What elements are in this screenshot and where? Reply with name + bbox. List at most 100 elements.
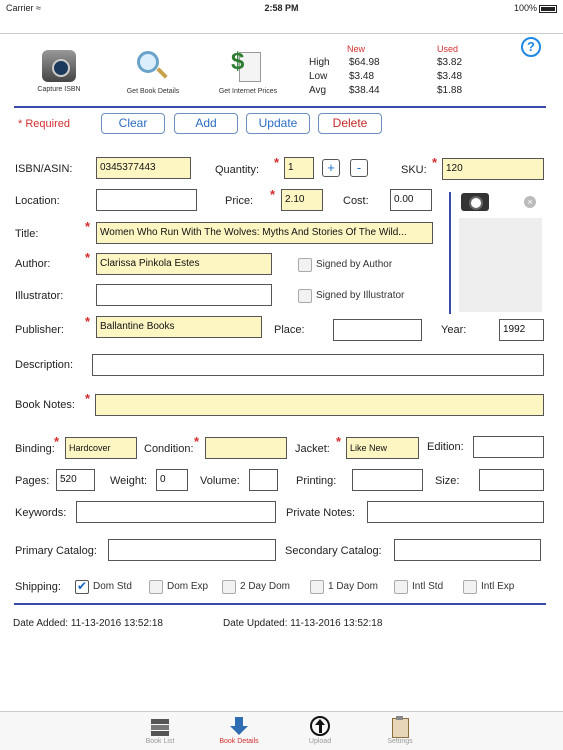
- place-field[interactable]: [333, 319, 422, 341]
- tab-settings[interactable]: Settings: [370, 712, 430, 745]
- tab-label: Settings: [387, 738, 413, 745]
- quantity-field[interactable]: 1: [284, 157, 314, 179]
- jacket-field[interactable]: Like New: [346, 437, 419, 459]
- weight-field[interactable]: 0: [156, 469, 188, 491]
- get-book-details-button[interactable]: Get Book Details: [118, 50, 188, 95]
- pages-label: Pages:: [15, 475, 50, 487]
- jacket-label: Jacket:: [295, 443, 330, 455]
- primary-catalog-field[interactable]: [108, 539, 276, 561]
- quantity-minus-button[interactable]: -: [350, 159, 368, 177]
- edition-field[interactable]: [473, 436, 544, 458]
- tab-label: Book List: [145, 738, 175, 745]
- illustrator-label: Illustrator:: [15, 290, 64, 302]
- sku-field[interactable]: 120: [442, 158, 544, 180]
- pages-field[interactable]: 520: [56, 469, 95, 491]
- used-price-header: Used: [437, 44, 459, 54]
- price-field[interactable]: 2.10: [281, 189, 323, 211]
- price-used-value: $1.88: [437, 85, 463, 96]
- signed-by-author-label: Signed by Author: [316, 259, 393, 270]
- book-notes-field[interactable]: [95, 394, 544, 416]
- shipping-intl-exp-checkbox[interactable]: [463, 580, 477, 594]
- binding-field[interactable]: Hardcover: [65, 437, 137, 459]
- cost-label: Cost:: [343, 195, 369, 207]
- location-field[interactable]: [96, 189, 197, 211]
- shipping-label: Shipping:: [15, 581, 61, 593]
- quantity-label: Quantity:: [215, 164, 260, 176]
- required-star: *: [194, 434, 200, 449]
- get-internet-prices-label: Get Internet Prices: [218, 88, 278, 95]
- toolbar-divider: [14, 106, 546, 108]
- capture-isbn-label: Capture ISBN: [37, 86, 81, 93]
- secondary-catalog-field[interactable]: [394, 539, 541, 561]
- upload-icon: [310, 716, 330, 736]
- condition-label: Condition:: [144, 443, 194, 455]
- form-divider: [14, 603, 546, 605]
- quantity-plus-button[interactable]: +: [322, 159, 340, 177]
- title-label: Title:: [15, 228, 39, 240]
- isbn-field[interactable]: 0345377443: [96, 157, 191, 179]
- binding-label: Binding:: [15, 443, 55, 455]
- title-field[interactable]: Women Who Run With The Wolves: Myths And…: [96, 222, 433, 244]
- price-used-value: $3.48: [437, 71, 463, 82]
- add-button[interactable]: Add: [174, 113, 238, 134]
- printing-field[interactable]: [352, 469, 423, 491]
- tab-book-list[interactable]: Book List: [130, 712, 190, 745]
- publisher-field[interactable]: Ballantine Books: [96, 316, 262, 338]
- shipping-dom-exp-checkbox[interactable]: [149, 580, 163, 594]
- magnifier-icon: [135, 50, 171, 84]
- new-price-header: New: [347, 44, 366, 54]
- volume-field[interactable]: [249, 469, 278, 491]
- date-added: Date Added: 11-13-2016 13:52:18: [13, 618, 163, 629]
- author-field[interactable]: Clarissa Pinkola Estes: [96, 253, 272, 275]
- year-field[interactable]: 1992: [499, 319, 544, 341]
- price-new-value: $3.48: [349, 71, 375, 82]
- capture-isbn-button[interactable]: Capture ISBN: [28, 50, 90, 93]
- description-label: Description:: [15, 359, 74, 371]
- private-notes-field[interactable]: [367, 501, 544, 523]
- shipping-2-day-dom-checkbox[interactable]: [222, 580, 236, 594]
- tab-upload[interactable]: Upload: [290, 712, 350, 745]
- tab-bar: Book List Book Details Upload Settings: [0, 711, 563, 750]
- shipping-intl-std-checkbox[interactable]: [394, 580, 408, 594]
- required-star: *: [85, 314, 91, 329]
- shipping-option-label: 1 Day Dom: [328, 581, 379, 592]
- condition-field[interactable]: [205, 437, 287, 459]
- required-legend: * Required: [18, 118, 70, 130]
- required-star: *: [54, 434, 60, 449]
- status-bar: Carrier ≈ 2:58 PM 100%: [0, 0, 563, 16]
- size-field[interactable]: [479, 469, 544, 491]
- signed-by-author-checkbox[interactable]: [298, 258, 312, 272]
- price-document-icon: $: [231, 48, 265, 84]
- secondary-catalog-label: Secondary Catalog:: [285, 545, 382, 557]
- shipping-option-label: Intl Std: [412, 581, 444, 592]
- books-icon: [149, 716, 171, 736]
- signed-by-illustrator-checkbox[interactable]: [298, 289, 312, 303]
- price-new-value: $64.98: [349, 57, 380, 68]
- shipping-option-label: 2 Day Dom: [240, 581, 291, 592]
- book-image-placeholder[interactable]: [459, 218, 542, 312]
- cost-field[interactable]: 0.00: [390, 189, 432, 211]
- clear-button[interactable]: Clear: [101, 113, 165, 134]
- author-label: Author:: [15, 258, 51, 270]
- price-new-value: $38.44: [349, 85, 380, 96]
- private-notes-label: Private Notes:: [286, 507, 356, 519]
- shipping-dom-std-checkbox[interactable]: [75, 579, 89, 594]
- signed-by-illustrator-label: Signed by Illustrator: [316, 290, 405, 301]
- required-star: *: [85, 250, 91, 265]
- illustrator-field[interactable]: [96, 284, 272, 306]
- shipping-1-day-dom-checkbox[interactable]: [310, 580, 324, 594]
- printing-label: Printing:: [296, 475, 337, 487]
- help-icon[interactable]: ?: [521, 37, 541, 57]
- keywords-field[interactable]: [76, 501, 276, 523]
- tab-book-details[interactable]: Book Details: [209, 712, 269, 745]
- close-icon[interactable]: ×: [524, 196, 536, 208]
- camera-icon[interactable]: [461, 193, 489, 211]
- size-label: Size:: [435, 475, 460, 487]
- description-field[interactable]: [92, 354, 544, 376]
- status-time: 2:58 PM: [264, 3, 299, 13]
- volume-label: Volume:: [200, 475, 240, 487]
- delete-button[interactable]: Delete: [318, 113, 382, 134]
- isbn-label: ISBN/ASIN:: [15, 163, 73, 175]
- update-button[interactable]: Update: [246, 113, 310, 134]
- get-internet-prices-button[interactable]: $ Get Internet Prices: [210, 48, 286, 95]
